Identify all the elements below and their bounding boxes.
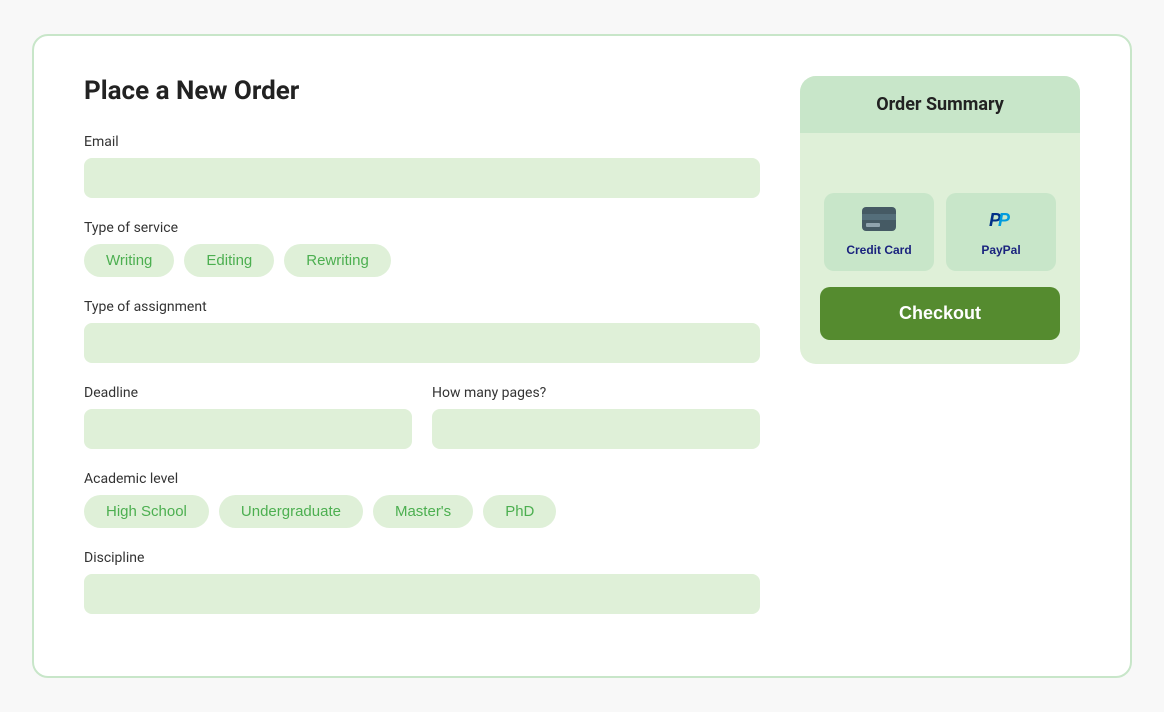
academic-label: Academic level [84, 471, 760, 487]
paypal-btn[interactable]: P P PayPal [946, 193, 1056, 271]
main-card: Place a New Order Email Type of service … [32, 34, 1132, 678]
assignment-field[interactable] [84, 323, 760, 363]
form-section: Place a New Order Email Type of service … [84, 76, 760, 636]
pages-group: How many pages? [432, 385, 760, 449]
service-editing-btn[interactable]: Editing [184, 244, 274, 277]
credit-card-btn[interactable]: Credit Card [824, 193, 934, 271]
academic-highschool-btn[interactable]: High School [84, 495, 209, 528]
pages-label: How many pages? [432, 385, 760, 401]
service-writing-btn[interactable]: Writing [84, 244, 174, 277]
svg-text:P: P [998, 210, 1011, 230]
service-group: Type of service Writing Editing Rewritin… [84, 220, 760, 277]
deadline-group: Deadline [84, 385, 412, 449]
academic-phd-btn[interactable]: PhD [483, 495, 556, 528]
discipline-label: Discipline [84, 550, 760, 566]
page-title: Place a New Order [84, 76, 760, 106]
order-summary-card: Order Summary Credit Card P [800, 76, 1080, 364]
deadline-pages-row: Deadline How many pages? [84, 385, 760, 471]
service-rewriting-btn[interactable]: Rewriting [284, 244, 391, 277]
email-group: Email [84, 134, 760, 198]
email-label: Email [84, 134, 760, 150]
credit-card-label: Credit Card [846, 243, 911, 257]
service-toggle-group: Writing Editing Rewriting [84, 244, 760, 277]
paypal-icon: P P [984, 207, 1018, 237]
assignment-group: Type of assignment [84, 299, 760, 363]
academic-undergraduate-btn[interactable]: Undergraduate [219, 495, 363, 528]
service-label: Type of service [84, 220, 760, 236]
academic-group: Academic level High School Undergraduate… [84, 471, 760, 528]
email-field[interactable] [84, 158, 760, 198]
discipline-field[interactable] [84, 574, 760, 614]
deadline-field[interactable] [84, 409, 412, 449]
order-summary-header: Order Summary [800, 76, 1080, 133]
credit-card-icon [862, 207, 896, 237]
paypal-label: PayPal [981, 243, 1020, 257]
checkout-button[interactable]: Checkout [820, 287, 1060, 340]
academic-masters-btn[interactable]: Master's [373, 495, 473, 528]
assignment-label: Type of assignment [84, 299, 760, 315]
order-summary-title: Order Summary [876, 94, 1004, 115]
academic-toggle-group: High School Undergraduate Master's PhD [84, 495, 760, 528]
pages-field[interactable] [432, 409, 760, 449]
payment-options: Credit Card P P PayPal [804, 193, 1076, 271]
discipline-group: Discipline [84, 550, 760, 614]
deadline-label: Deadline [84, 385, 412, 401]
